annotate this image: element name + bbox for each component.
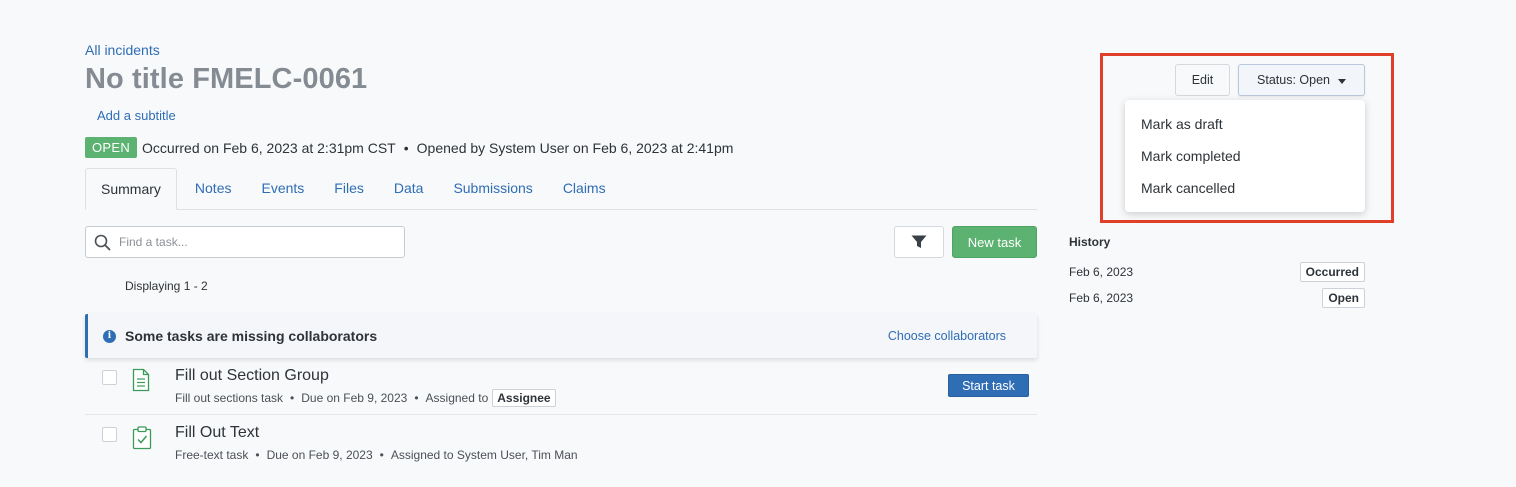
task-checkbox[interactable]: [102, 427, 117, 442]
tab-claims[interactable]: Claims: [548, 168, 621, 210]
history-row: Feb 6, 2023 Occurred: [1069, 262, 1365, 282]
status-dropdown-button[interactable]: Status: Open: [1238, 64, 1365, 96]
task-checkbox[interactable]: [102, 370, 117, 385]
task-due: Due on Feb 9, 2023: [266, 448, 373, 462]
add-subtitle-link[interactable]: Add a subtitle: [97, 108, 176, 123]
tab-submissions[interactable]: Submissions: [438, 168, 547, 210]
new-task-button[interactable]: New task: [952, 226, 1037, 258]
missing-collaborators-alert: i Some tasks are missing collaborators C…: [85, 314, 1037, 358]
tab-data[interactable]: Data: [379, 168, 439, 210]
info-icon: i: [103, 329, 116, 343]
filter-icon: [911, 235, 927, 248]
page-title: No title FMELC-0061: [85, 63, 368, 95]
choose-collaborators-link[interactable]: Choose collaborators: [888, 329, 1006, 343]
assignee-chip: Assignee: [492, 389, 556, 407]
task-assigned: Assigned to System User, Tim Man: [390, 448, 578, 462]
task-due: Due on Feb 9, 2023: [301, 391, 408, 405]
task-details: Fill out sections task • Due on Feb 9, 2…: [175, 389, 556, 407]
tab-files[interactable]: Files: [319, 168, 379, 210]
history-badge: Open: [1322, 288, 1365, 308]
clipboard-check-icon: [132, 426, 152, 450]
start-task-button[interactable]: Start task: [948, 374, 1029, 397]
status-menu: Mark as draft Mark completed Mark cancel…: [1125, 100, 1365, 212]
task-type: Fill out sections task: [175, 391, 284, 405]
incident-meta: OPEN Occurred on Feb 6, 2023 at 2:31pm C…: [85, 137, 733, 158]
history-date: Feb 6, 2023: [1069, 291, 1134, 305]
tab-events[interactable]: Events: [246, 168, 319, 210]
task-details: Free-text task • Due on Feb 9, 2023 • As…: [175, 448, 578, 462]
task-search: [85, 226, 405, 258]
task-row: Fill out Section Group Fill out sections…: [85, 358, 1037, 415]
meta-separator: •: [403, 139, 409, 156]
separator: •: [255, 448, 260, 462]
history-heading: History: [1069, 235, 1111, 249]
task-row: Fill Out Text Free-text task • Due on Fe…: [85, 415, 1037, 472]
menu-item-mark-cancelled[interactable]: Mark cancelled: [1125, 172, 1365, 204]
tab-notes[interactable]: Notes: [180, 168, 247, 210]
status-badge: OPEN: [85, 137, 138, 158]
task-type: Free-text task: [175, 448, 249, 462]
task-title[interactable]: Fill Out Text: [175, 424, 259, 442]
tab-summary[interactable]: Summary: [85, 168, 177, 210]
history-row: Feb 6, 2023 Open: [1069, 288, 1365, 308]
separator: •: [379, 448, 384, 462]
history-date: Feb 6, 2023: [1069, 265, 1134, 279]
separator: •: [414, 391, 419, 405]
separator: •: [290, 391, 295, 405]
task-title[interactable]: Fill out Section Group: [175, 367, 329, 385]
menu-item-mark-completed[interactable]: Mark completed: [1125, 140, 1365, 172]
opened-text: Opened by System User on Feb 6, 2023 at …: [416, 139, 734, 156]
assigned-label: Assigned to: [425, 391, 489, 405]
search-input[interactable]: [119, 235, 389, 249]
filter-button[interactable]: [894, 226, 944, 258]
breadcrumb-all-incidents[interactable]: All incidents: [85, 42, 160, 58]
alert-message: Some tasks are missing collaborators: [125, 328, 378, 344]
history-badge: Occurred: [1299, 262, 1365, 282]
displaying-count: Displaying 1 - 2: [125, 279, 208, 293]
menu-item-mark-as-draft[interactable]: Mark as draft: [1125, 108, 1365, 140]
document-icon: [132, 368, 150, 392]
status-button-label: Status: Open: [1257, 73, 1330, 87]
caret-down-icon: [1337, 78, 1346, 84]
edit-button[interactable]: Edit: [1175, 64, 1230, 96]
occurred-text: Occurred on Feb 6, 2023 at 2:31pm CST: [142, 139, 396, 156]
tab-bar: Summary Notes Events Files Data Submissi…: [85, 168, 1037, 210]
search-icon: [94, 234, 111, 250]
